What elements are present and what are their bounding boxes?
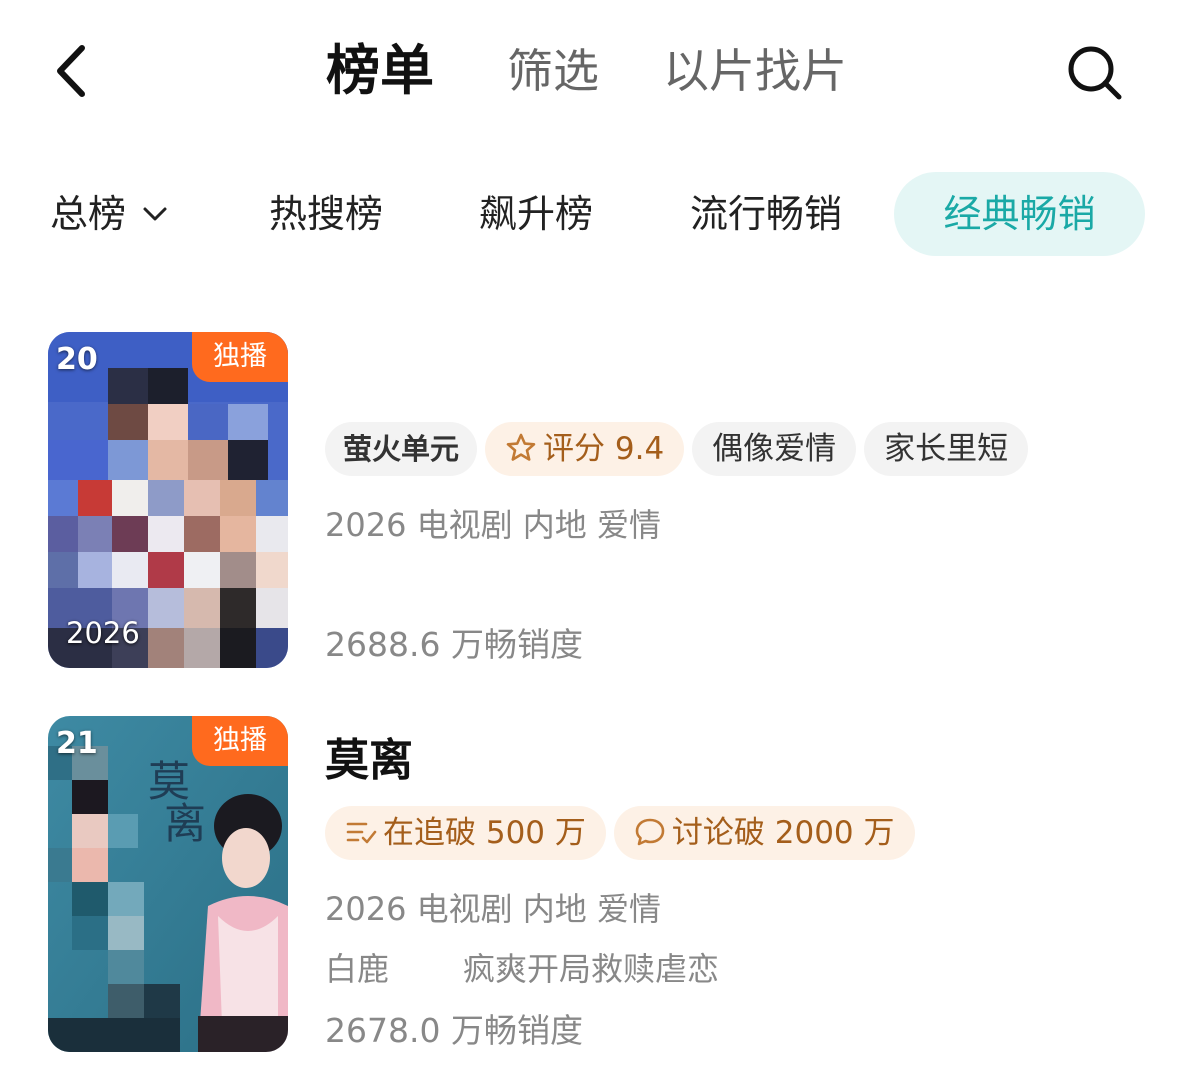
rank-number: 21 [56,726,98,761]
item-cast-blurb: 白鹿 疯爽开局救赎虐恋 [325,944,719,990]
poster-year: 2026 [66,616,140,650]
tag-rating-label: 评分 9.4 [543,431,665,467]
sales-index: 2688.6 万畅销度 [325,625,583,664]
tab-ranking[interactable]: 榜单 [326,38,434,104]
chip-classic-bestseller[interactable]: 经典畅销 [894,172,1145,256]
item-meta: 2026 电视剧 内地 爱情 [325,506,661,544]
star-icon [506,433,536,461]
top-bar: 榜单 筛选 以片找片 [0,0,1179,140]
chip-hot-search[interactable]: 热搜榜 [269,172,383,256]
item-title[interactable]: 莫离 [325,724,413,788]
poster-thumbnail[interactable]: 莫 离 21 独播 [48,716,288,1052]
chip-popular-bestseller[interactable]: 流行畅销 [690,172,842,256]
chevron-left-icon [57,45,85,97]
exclusive-badge: 独播 [192,332,288,382]
list-item[interactable]: 20 独播 2026 萤火单元 评分 9.4 偶像爱情 家长里短 2026 电视剧 内… [0,332,1179,672]
tag-rating[interactable]: 评分 9.4 [485,422,685,476]
tag-row: 在追破 500 万 讨论破 2000 万 [325,806,923,860]
chat-bubble-icon [635,818,665,845]
search-icon [1068,46,1122,100]
chip-rising[interactable]: 飙升榜 [479,172,593,256]
tab-filter[interactable]: 筛选 [507,38,599,104]
poster-image: 莫 离 [48,716,288,1052]
chip-overall[interactable]: 总榜 [50,172,170,256]
back-button[interactable] [48,38,100,104]
list-item[interactable]: 莫 离 21 独播 莫离 在追破 500 万 讨论破 2000 万 2026 电视… [0,716,1179,1056]
tag-row: 萤火单元 评分 9.4 偶像爱情 家长里短 [325,422,1036,476]
list-check-icon [346,822,377,843]
chevron-down-icon [143,207,167,220]
tag-discussion-label: 讨论破 2000 万 [671,815,895,851]
chip-overall-label: 总榜 [50,192,127,236]
exclusive-badge: 独播 [192,716,288,766]
svg-text:离: 离 [164,799,206,848]
rank-number: 20 [56,342,98,377]
poster-thumbnail[interactable]: 20 独播 2026 [48,332,288,668]
cast-name[interactable]: 白鹿 [325,950,389,988]
tag-followers-label: 在追破 500 万 [383,815,586,851]
blurb-text: 疯爽开局救赎虐恋 [463,950,720,988]
tag-family[interactable]: 家长里短 [864,422,1029,476]
tag-firefly-unit[interactable]: 萤火单元 [325,422,478,476]
search-button[interactable] [1062,42,1128,102]
sales-index: 2678.0 万畅销度 [325,1011,583,1050]
tag-idol-romance[interactable]: 偶像爱情 [692,422,857,476]
tag-discussion[interactable]: 讨论破 2000 万 [613,806,915,860]
tag-followers[interactable]: 在追破 500 万 [325,806,606,860]
tab-find-similar[interactable]: 以片找片 [663,38,847,104]
item-meta: 2026 电视剧 内地 爱情 [325,890,661,928]
rank-chips: 总榜 热搜榜 飙升榜 流行畅销 经典畅销 [0,172,1179,256]
